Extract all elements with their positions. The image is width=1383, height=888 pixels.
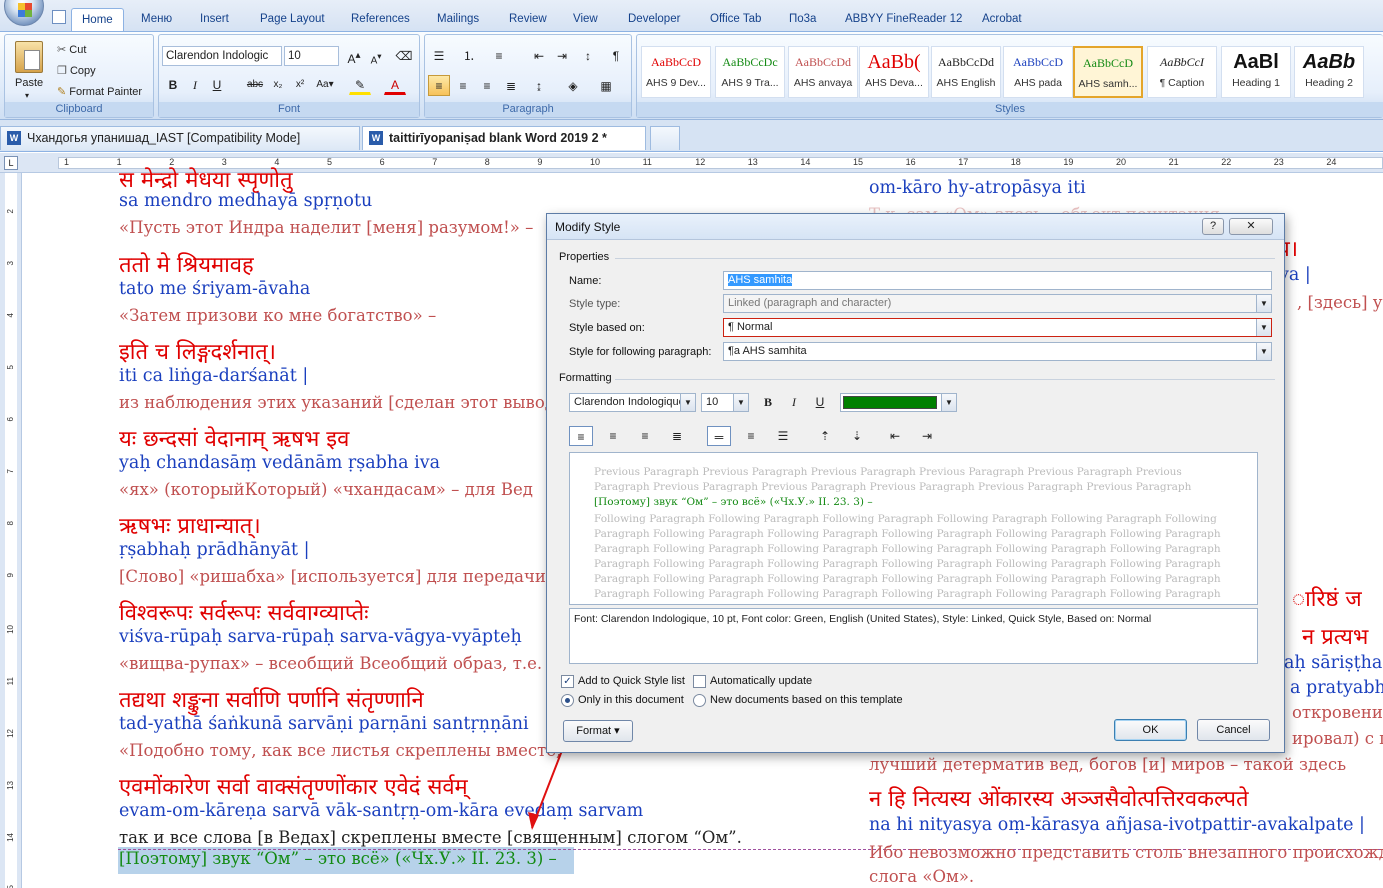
style-type-select: Linked (paragraph and character) ▼ bbox=[723, 294, 1272, 313]
style-name-input[interactable]: AHS samhita bbox=[723, 271, 1272, 290]
bold-icon[interactable]: B bbox=[756, 392, 780, 412]
preview-following-2: Paragraph Following Paragraph Following … bbox=[594, 528, 1221, 540]
font-select[interactable]: Clarendon Indologique ▼ bbox=[569, 393, 696, 412]
decrease-indent-icon[interactable]: ⇤ bbox=[883, 426, 907, 446]
size-value: 10 bbox=[706, 396, 719, 408]
align-center-icon[interactable]: ≡ bbox=[601, 426, 625, 446]
only-this-document-label: Only in this document bbox=[578, 694, 684, 706]
auto-update-checkbox[interactable] bbox=[693, 675, 706, 688]
style-type-label: Style type: bbox=[569, 298, 621, 310]
align-left-icon[interactable]: ≡ bbox=[569, 426, 593, 446]
auto-update-label: Automatically update bbox=[710, 675, 813, 687]
arrow-head bbox=[528, 812, 539, 830]
font-color-swatch bbox=[843, 396, 937, 409]
add-quick-style-label: Add to Quick Style list bbox=[578, 675, 685, 687]
chevron-down-icon[interactable]: ▼ bbox=[1256, 343, 1271, 360]
following-paragraph-value: ¶a AHS samhita bbox=[728, 345, 807, 357]
cancel-button[interactable]: Cancel bbox=[1197, 719, 1270, 741]
close-button[interactable]: ✕ bbox=[1229, 218, 1273, 235]
ok-button[interactable]: OK bbox=[1114, 719, 1187, 741]
decrease-spacing-before-icon[interactable]: ⇣ bbox=[845, 426, 869, 446]
preview-following-6: Paragraph Following Paragraph Following … bbox=[594, 588, 1221, 600]
formatting-heading: Formatting bbox=[559, 372, 612, 384]
font-value: Clarendon Indologique bbox=[574, 396, 685, 408]
properties-divider bbox=[615, 258, 1275, 259]
double-spacing-icon[interactable]: ☰ bbox=[771, 426, 795, 446]
justify-icon[interactable]: ≣ bbox=[665, 426, 689, 446]
style-name-value: AHS samhita bbox=[728, 274, 793, 286]
modify-style-dialog: Modify Style ? ✕ Properties Name: AHS sa… bbox=[546, 213, 1285, 753]
following-paragraph-select[interactable]: ¶a AHS samhita ▼ bbox=[723, 342, 1272, 361]
single-spacing-icon[interactable]: ═ bbox=[707, 426, 731, 446]
new-documents-label: New documents based on this template bbox=[710, 694, 903, 706]
preview-previous-1: Previous Paragraph Previous Paragraph Pr… bbox=[594, 466, 1182, 478]
italic-icon[interactable]: I bbox=[782, 392, 806, 412]
chevron-down-icon[interactable]: ▼ bbox=[941, 394, 956, 411]
underline-icon[interactable]: U bbox=[808, 392, 832, 412]
preview-following-4: Paragraph Following Paragraph Following … bbox=[594, 558, 1221, 570]
increase-indent-icon[interactable]: ⇥ bbox=[915, 426, 939, 446]
new-documents-radio[interactable] bbox=[693, 694, 706, 707]
properties-heading: Properties bbox=[559, 251, 610, 263]
dialog-title: Modify Style bbox=[555, 220, 621, 234]
formatting-divider bbox=[615, 379, 1275, 380]
style-description: Font: Clarendon Indologique, 10 pt, Font… bbox=[569, 608, 1258, 664]
help-button[interactable]: ? bbox=[1202, 218, 1224, 235]
dialog-title-bar: Modify Style bbox=[547, 214, 1284, 240]
chevron-down-icon[interactable]: ▼ bbox=[680, 394, 695, 411]
align-right-icon[interactable]: ≡ bbox=[633, 426, 657, 446]
add-quick-style-checkbox[interactable]: ✓ bbox=[561, 675, 574, 688]
style-type-value: Linked (paragraph and character) bbox=[728, 297, 892, 309]
preview-sample: [Поэтому] звук “Ом” – это всё» («Чх.У.» … bbox=[594, 496, 873, 508]
one-half-spacing-icon[interactable]: ≡ bbox=[739, 426, 763, 446]
name-label: Name: bbox=[569, 275, 602, 287]
based-on-value: ¶ Normal bbox=[728, 321, 773, 333]
increase-spacing-before-icon[interactable]: ⇡ bbox=[813, 426, 837, 446]
font-color-select[interactable]: ▼ bbox=[840, 393, 957, 412]
based-on-label: Style based on: bbox=[569, 322, 645, 334]
chevron-down-icon[interactable]: ▼ bbox=[733, 394, 748, 411]
only-this-document-radio[interactable] bbox=[561, 694, 574, 707]
chevron-down-icon: ▼ bbox=[1256, 295, 1271, 312]
chevron-down-icon[interactable]: ▼ bbox=[1256, 319, 1271, 336]
following-paragraph-label: Style for following paragraph: bbox=[569, 346, 712, 358]
preview-previous-2: Paragraph Previous Paragraph Previous Pa… bbox=[594, 481, 1192, 493]
preview-following-5: Paragraph Following Paragraph Following … bbox=[594, 573, 1221, 585]
preview-following-3: Paragraph Following Paragraph Following … bbox=[594, 543, 1221, 555]
style-preview: Previous Paragraph Previous Paragraph Pr… bbox=[569, 452, 1258, 605]
size-select[interactable]: 10 ▼ bbox=[701, 393, 749, 412]
based-on-select[interactable]: ¶ Normal ▼ bbox=[723, 318, 1272, 337]
preview-following-1: Following Paragraph Following Paragraph … bbox=[594, 513, 1217, 525]
format-button[interactable]: Format ▾ bbox=[563, 720, 633, 742]
